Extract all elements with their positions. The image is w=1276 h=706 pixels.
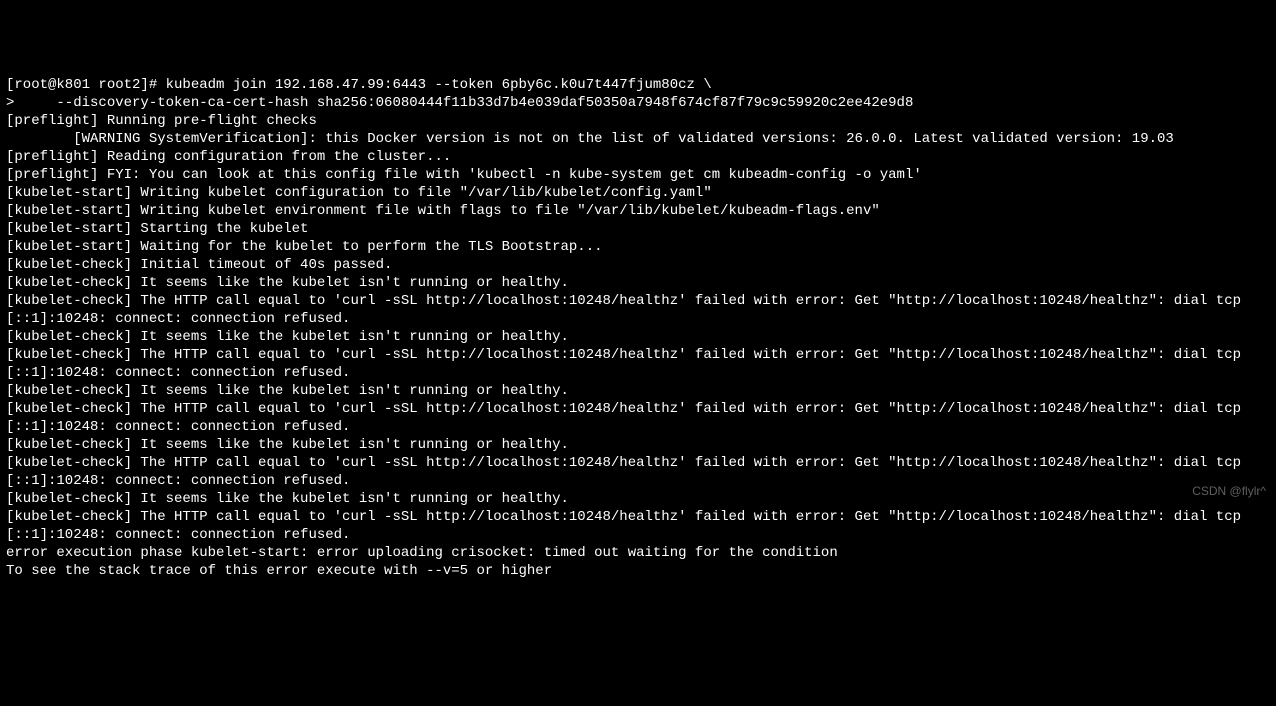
terminal-line: [kubelet-start] Writing kubelet environm… [6, 202, 1270, 220]
terminal-line: [kubelet-check] The HTTP call equal to '… [6, 346, 1270, 382]
watermark-text: CSDN @flylr^ [1192, 482, 1266, 500]
terminal-line: [kubelet-check] It seems like the kubele… [6, 490, 1270, 508]
terminal-line: [root@k801 root2]# kubeadm join 192.168.… [6, 76, 1270, 94]
terminal-line: [kubelet-start] Starting the kubelet [6, 220, 1270, 238]
terminal-line: [kubelet-check] Initial timeout of 40s p… [6, 256, 1270, 274]
terminal-line: [preflight] Reading configuration from t… [6, 148, 1270, 166]
terminal-line: [kubelet-check] The HTTP call equal to '… [6, 292, 1270, 328]
terminal-line: [kubelet-start] Writing kubelet configur… [6, 184, 1270, 202]
terminal-line: > --discovery-token-ca-cert-hash sha256:… [6, 94, 1270, 112]
terminal-line: [preflight] Running pre-flight checks [6, 112, 1270, 130]
terminal-line: [kubelet-check] It seems like the kubele… [6, 382, 1270, 400]
terminal-line: [kubelet-start] Waiting for the kubelet … [6, 238, 1270, 256]
terminal-line: To see the stack trace of this error exe… [6, 562, 1270, 580]
terminal-line: [kubelet-check] The HTTP call equal to '… [6, 400, 1270, 436]
terminal-line: error execution phase kubelet-start: err… [6, 544, 1270, 562]
terminal-output[interactable]: [root@k801 root2]# kubeadm join 192.168.… [6, 76, 1270, 580]
terminal-line: [preflight] FYI: You can look at this co… [6, 166, 1270, 184]
terminal-line: [kubelet-check] It seems like the kubele… [6, 274, 1270, 292]
terminal-line: [kubelet-check] It seems like the kubele… [6, 436, 1270, 454]
terminal-line: [kubelet-check] The HTTP call equal to '… [6, 454, 1270, 490]
terminal-line: [kubelet-check] It seems like the kubele… [6, 328, 1270, 346]
terminal-line: [WARNING SystemVerification]: this Docke… [6, 130, 1270, 148]
terminal-line: [kubelet-check] The HTTP call equal to '… [6, 508, 1270, 544]
